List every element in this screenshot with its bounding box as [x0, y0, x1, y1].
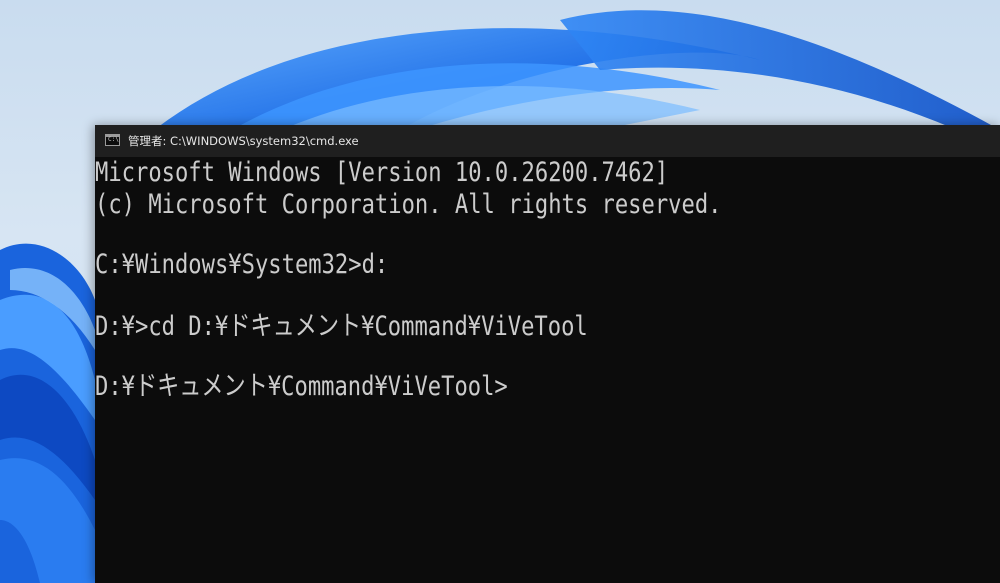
console-output[interactable]: Microsoft Windows [Version 10.0.26200.74… — [95, 157, 1000, 583]
console-prompt[interactable]: D:¥ドキュメント¥Command¥ViVeTool> — [95, 371, 508, 403]
console-line-command-drive: C:¥Windows¥System32>d: — [95, 249, 389, 280]
console-line-command-cd: D:¥>cd D:¥ドキュメント¥Command¥ViVeTool — [95, 311, 588, 342]
cmd-icon-glyph: C:\ — [108, 136, 119, 143]
console-line-copyright: (c) Microsoft Corporation. All rights re… — [95, 189, 722, 220]
console-line-version: Microsoft Windows [Version 10.0.26200.74… — [95, 157, 669, 188]
cmd-window[interactable]: C:\ 管理者: C:\WINDOWS\system32\cmd.exe Mic… — [95, 125, 1000, 583]
cmd-console-icon: C:\ — [105, 134, 120, 146]
window-title: 管理者: C:\WINDOWS\system32\cmd.exe — [128, 134, 359, 148]
window-titlebar[interactable]: C:\ 管理者: C:\WINDOWS\system32\cmd.exe — [95, 125, 1000, 157]
